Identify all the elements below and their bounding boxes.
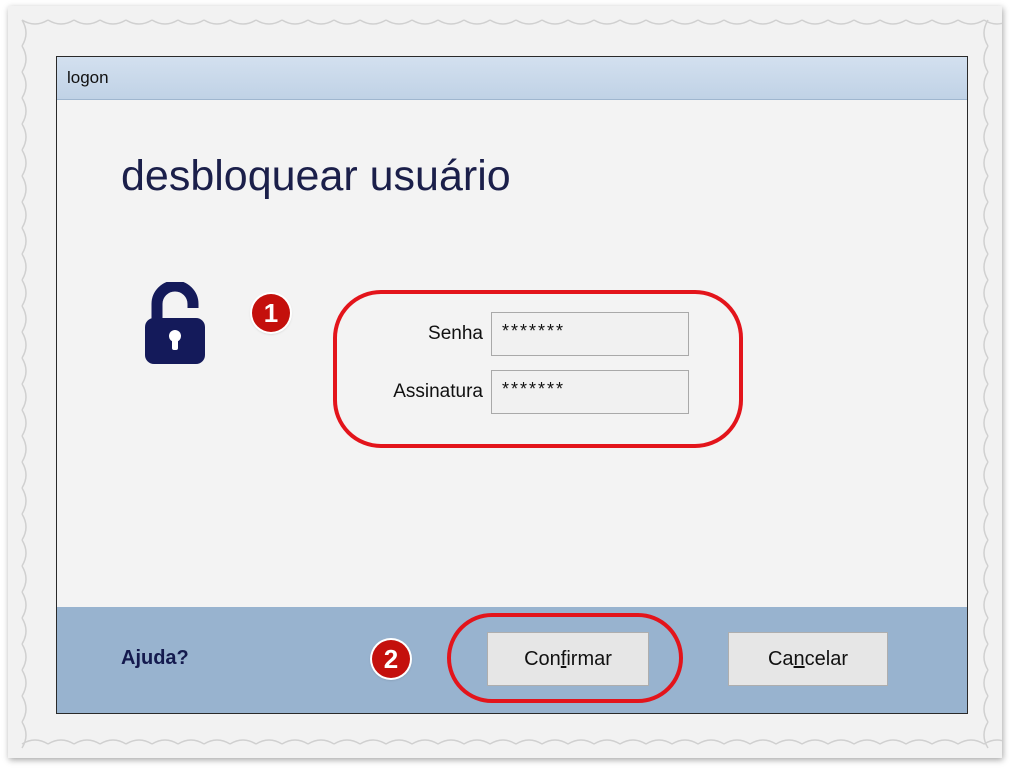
confirm-button[interactable]: Con f irmar [487, 632, 649, 686]
assinatura-label: Assinatura [393, 381, 483, 402]
logon-dialog: logon desbloquear usuário 1 Senha Assina… [56, 56, 968, 714]
assinatura-row: Assinatura [333, 370, 689, 414]
lock-open-icon [145, 282, 205, 364]
help-link[interactable]: Ajuda? [121, 647, 189, 670]
confirm-label-end: irmar [566, 647, 612, 670]
stamp-frame: logon desbloquear usuário 1 Senha Assina… [8, 6, 1002, 758]
cancel-label-start: Ca [767, 647, 794, 670]
senha-label: Senha [428, 323, 483, 344]
senha-input[interactable] [491, 312, 689, 356]
senha-row: Senha [333, 312, 689, 356]
step-badge-1: 1 [252, 294, 290, 332]
dialog-footer: Ajuda? 2 Con f irmar Ca n celar [57, 607, 967, 713]
confirm-label-start: Con [524, 647, 561, 670]
cancel-accelerator: n [793, 647, 805, 670]
title-bar: logon [57, 57, 967, 100]
page-title: desbloquear usuário [121, 152, 511, 200]
cancel-button[interactable]: Ca n celar [728, 632, 888, 686]
step-badge-2: 2 [372, 640, 410, 678]
dialog-content: desbloquear usuário 1 Senha Assinatura [57, 100, 967, 650]
window-title: logon [67, 68, 109, 87]
cancel-label-end: celar [804, 647, 849, 670]
assinatura-input[interactable] [491, 370, 689, 414]
